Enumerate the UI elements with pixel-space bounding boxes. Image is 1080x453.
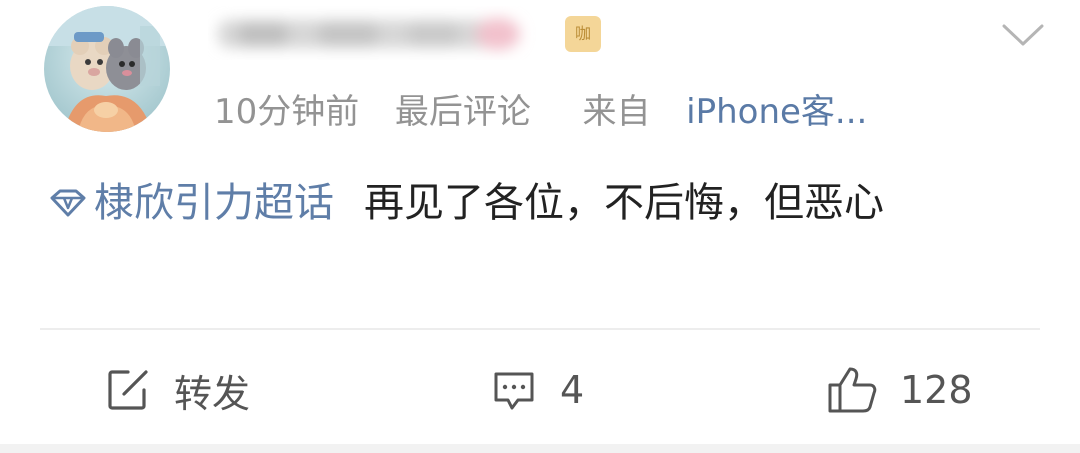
comment-button[interactable]: 4 [490,362,584,418]
repost-label: 转发 [174,371,251,416]
avatar[interactable] [44,6,170,132]
repost-button[interactable]: 转发 [104,362,250,418]
weibo-post-card: 咖 10分钟前 最后评论 来自 iPhone客... 棣欣引力超话 再见了各位，不… [0,0,1080,453]
source-prefix: 来自 [582,92,651,132]
topic-label: 棣欣引力超话 [94,180,334,226]
topic-link[interactable]: 棣欣引力超话 [46,180,334,226]
like-button[interactable]: 128 [826,362,973,418]
comment-bubble-icon [494,372,534,410]
blurred-name-graphic [218,18,520,50]
avatar-image [44,6,170,132]
share-edit-icon [108,370,148,410]
post-content: 棣欣引力超话 再见了各位，不后悔，但恶心 [46,170,1026,236]
username-blurred[interactable] [208,6,548,60]
post-time: 10分钟前 [214,92,360,132]
chevron-down-icon[interactable] [1000,18,1046,52]
vip-badge: 咖 [565,16,601,52]
divider [40,328,1040,330]
like-count: 128 [900,368,973,412]
last-comment-label: 最后评论 [394,92,531,132]
source-device-link[interactable]: iPhone客... [686,88,867,136]
diamond-icon [46,172,90,217]
thumbs-up-icon [828,367,877,413]
post-meta: 10分钟前 最后评论 来自 iPhone客... [214,88,867,136]
comment-count: 4 [560,368,585,412]
post-text: 再见了各位，不后悔，但恶心 [364,180,884,226]
bottom-separator [0,444,1080,453]
